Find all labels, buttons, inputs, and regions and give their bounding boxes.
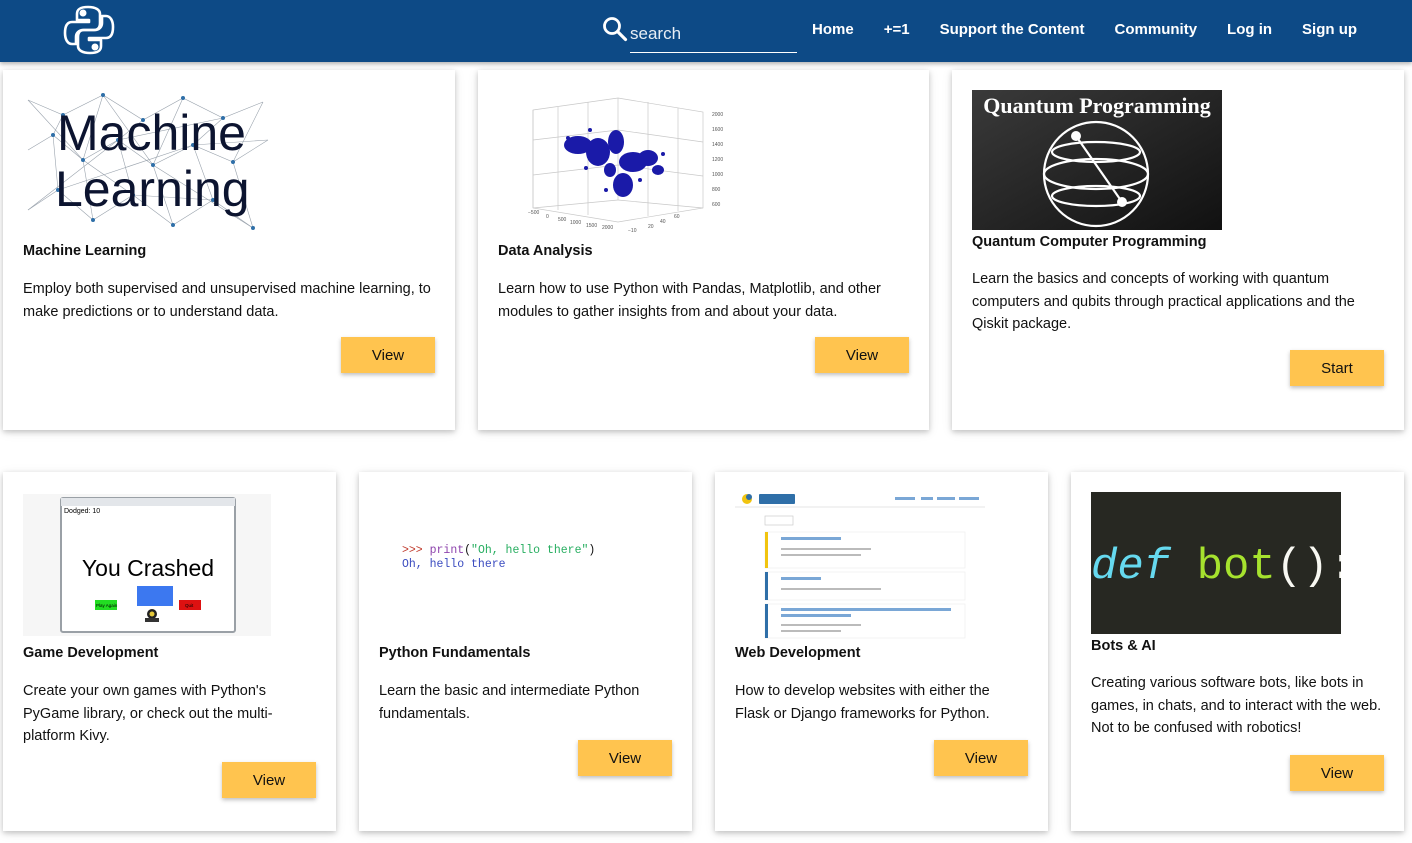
nav-link-login[interactable]: Log in bbox=[1212, 0, 1287, 62]
search-box bbox=[602, 14, 798, 54]
svg-text:2000: 2000 bbox=[602, 225, 613, 231]
code-print: print bbox=[429, 544, 465, 557]
quit-text: Quit bbox=[185, 603, 194, 608]
svg-text:1200: 1200 bbox=[712, 157, 723, 163]
code-prompt: >>> bbox=[402, 544, 423, 557]
view-button[interactable]: View bbox=[815, 337, 909, 373]
card-title: Python Fundamentals bbox=[379, 645, 531, 661]
svg-text:1600: 1600 bbox=[712, 127, 723, 133]
svg-text:1000: 1000 bbox=[712, 172, 723, 178]
nav-link-plus-equals-one[interactable]: +=1 bbox=[869, 0, 925, 62]
view-button[interactable]: View bbox=[934, 740, 1028, 776]
card-python-fundamentals: >>> print("Oh, hello there") Oh, hello t… bbox=[359, 472, 692, 831]
card-data-analysis: 2000 1600 1400 1200 1000 800 600 −500 0 500 1000… bbox=[478, 70, 929, 430]
card-title: Data Analysis bbox=[498, 243, 593, 259]
top-navbar: Home +=1 Support the Content Community L… bbox=[0, 0, 1412, 62]
code-output: Oh, hello there bbox=[402, 558, 506, 571]
card-machine-learning: Machine Learning Machine Learning Employ… bbox=[3, 70, 455, 430]
svg-text:1500: 1500 bbox=[586, 223, 597, 229]
card-bots-ai: def bot(): Bots & AI Creating various so… bbox=[1071, 472, 1404, 831]
card-title: Web Development bbox=[735, 645, 861, 661]
card-description: Learn the basic and intermediate Python … bbox=[379, 683, 640, 722]
data-analysis-3d-plot-image: 2000 1600 1400 1200 1000 800 600 −500 0 500 1000… bbox=[498, 90, 746, 238]
bot-punctuation: (): bbox=[1276, 542, 1341, 592]
card-game-development: Dodged: 10 You Crashed Play Again Quit G… bbox=[3, 472, 336, 831]
card-description: How to develop websites with either the … bbox=[735, 683, 990, 722]
machine-learning-image-text-2: Learning bbox=[55, 161, 250, 217]
svg-text:20: 20 bbox=[648, 224, 654, 230]
bots-ai-code-image: def bot(): bbox=[1091, 492, 1341, 634]
python-logo-icon[interactable] bbox=[62, 3, 116, 57]
card-description: Create your own games with Python's PyGa… bbox=[23, 683, 273, 744]
game-score-text: Dodged: 10 bbox=[64, 508, 100, 515]
nav-link-community[interactable]: Community bbox=[1100, 0, 1213, 62]
svg-text:def bot():: def bot(): bbox=[1091, 542, 1341, 592]
view-button[interactable]: View bbox=[578, 740, 672, 776]
svg-text:60: 60 bbox=[674, 214, 680, 220]
svg-text:40: 40 bbox=[660, 219, 666, 225]
nav-link-signup[interactable]: Sign up bbox=[1287, 0, 1372, 62]
bot-function-name: bot bbox=[1197, 542, 1276, 592]
svg-text:600: 600 bbox=[712, 202, 721, 208]
svg-text:1000: 1000 bbox=[570, 220, 581, 226]
svg-text:−500: −500 bbox=[528, 210, 539, 216]
card-description: Employ both supervised and unsupervised … bbox=[23, 281, 431, 320]
nav-link-home[interactable]: Home bbox=[797, 0, 869, 62]
svg-text:800: 800 bbox=[712, 187, 721, 193]
card-title: Bots & AI bbox=[1091, 638, 1156, 654]
game-crashed-text: You Crashed bbox=[82, 555, 214, 581]
svg-text:−10: −10 bbox=[628, 228, 637, 234]
web-development-screenshot-image bbox=[735, 490, 985, 640]
view-button[interactable]: View bbox=[1290, 755, 1384, 791]
machine-learning-image: Machine Learning bbox=[23, 90, 271, 238]
nav-links: Home +=1 Support the Content Community L… bbox=[797, 0, 1372, 62]
quantum-image-title: Quantum Programming bbox=[983, 93, 1211, 118]
search-icon[interactable] bbox=[602, 16, 628, 42]
card-title: Quantum Computer Programming bbox=[972, 234, 1207, 250]
quantum-programming-image: Quantum Programming bbox=[972, 90, 1222, 230]
card-description: Learn the basics and concepts of working… bbox=[972, 271, 1355, 332]
card-quantum-programming: Quantum Programming Quantum Computer Pro… bbox=[952, 70, 1404, 430]
svg-text:0: 0 bbox=[546, 214, 549, 220]
play-again-text: Play Again bbox=[96, 603, 118, 608]
card-description: Learn how to use Python with Pandas, Mat… bbox=[498, 281, 881, 320]
svg-text:500: 500 bbox=[558, 217, 567, 223]
nav-link-support[interactable]: Support the Content bbox=[925, 0, 1100, 62]
game-development-image: Dodged: 10 You Crashed Play Again Quit bbox=[23, 494, 271, 636]
card-title: Game Development bbox=[23, 645, 159, 661]
python-code-snippet-image: >>> print("Oh, hello there") Oh, hello t… bbox=[379, 494, 627, 636]
search-input[interactable] bbox=[630, 14, 797, 53]
card-description: Creating various software bots, like bot… bbox=[1091, 675, 1382, 736]
machine-learning-image-text-1: Machine bbox=[57, 105, 246, 161]
view-button[interactable]: View bbox=[222, 762, 316, 798]
svg-text:1400: 1400 bbox=[712, 142, 723, 148]
code-string: "Oh, hello there" bbox=[471, 544, 589, 557]
card-title: Machine Learning bbox=[23, 243, 147, 259]
card-web-development: Web Development How to develop websites … bbox=[715, 472, 1048, 831]
svg-text:2000: 2000 bbox=[712, 112, 723, 118]
view-button[interactable]: View bbox=[341, 337, 435, 373]
start-button[interactable]: Start bbox=[1290, 350, 1384, 386]
bot-def-keyword: def bbox=[1091, 542, 1172, 592]
